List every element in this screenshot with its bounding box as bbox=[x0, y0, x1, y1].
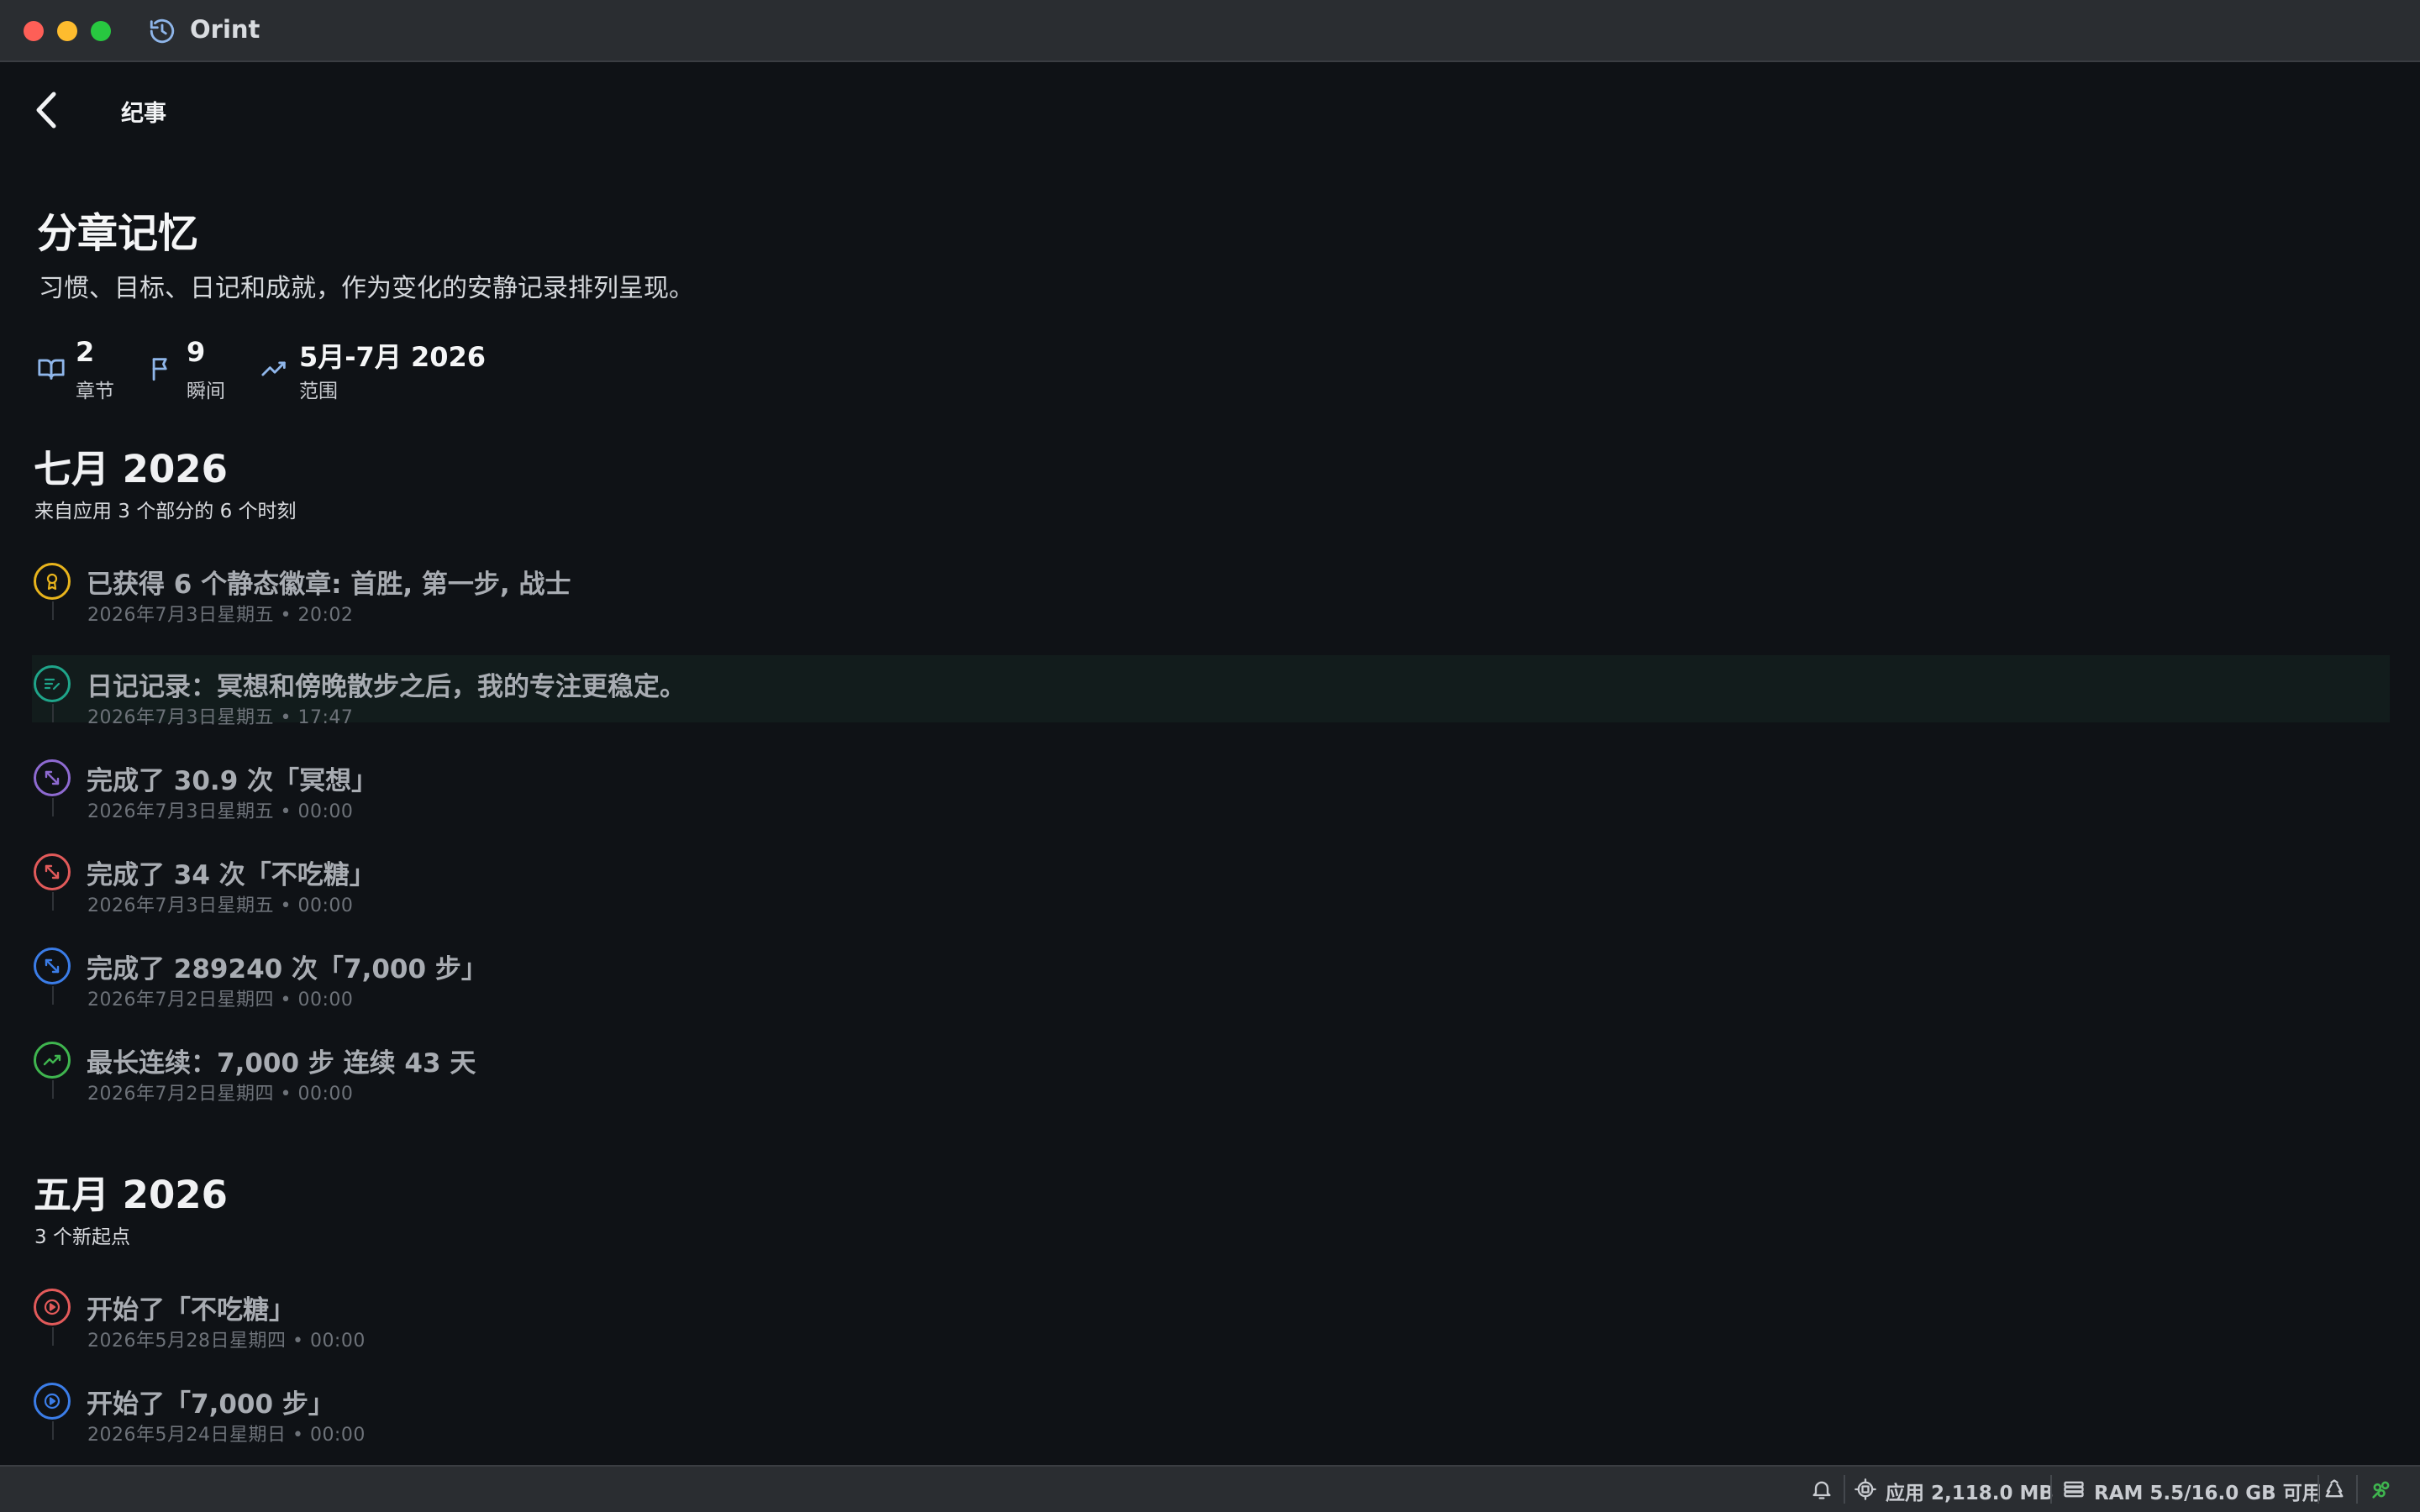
book-icon bbox=[38, 359, 65, 380]
expand-icon bbox=[34, 853, 71, 890]
timeline-item-streak[interactable]: 最长连续：7,000 步 连续 43 天 2026年7月2日星期四 • 00:0… bbox=[32, 1032, 2390, 1105]
status-bar: 应用 2,118.0 MB RAM 5.5/16.0 GB 可用 bbox=[0, 1465, 2420, 1512]
trend-icon bbox=[261, 361, 286, 376]
cloud-sync-icon[interactable] bbox=[2370, 1478, 2393, 1501]
timeline-connector bbox=[52, 1327, 54, 1346]
timeline-item-date: 2026年5月28日星期四 • 00:00 bbox=[87, 1331, 366, 1352]
timeline-item-title: 完成了 34 次「不吃糖」 bbox=[87, 860, 376, 890]
timeline-item-meditation[interactable]: 完成了 30.9 次「冥想」 2026年7月3日星期五 • 00:00 bbox=[32, 749, 2390, 822]
page-subtitle: 习惯、目标、日记和成就，作为变化的安静记录排列呈现。 bbox=[39, 274, 694, 303]
section-title: 七月 2026 bbox=[34, 447, 228, 491]
stat-label: 章节 bbox=[76, 381, 114, 402]
timeline-item-badges[interactable]: 已获得 6 个静态徽章: 首胜, 第一步, 战士 2026年7月3日星期五 • … bbox=[32, 553, 2390, 626]
timeline-item-title: 最长连续：7,000 步 连续 43 天 bbox=[87, 1048, 476, 1079]
timeline-connector bbox=[52, 986, 54, 1005]
timeline-connector bbox=[52, 1421, 54, 1440]
timeline-item-title: 完成了 289240 次「7,000 步」 bbox=[87, 954, 487, 984]
timeline-item-title: 已获得 6 个静态徽章: 首胜, 第一步, 战士 bbox=[87, 570, 571, 600]
title-bar: Orint bbox=[0, 0, 2420, 62]
trend-icon bbox=[34, 1042, 71, 1079]
timeline-item-title: 完成了 30.9 次「冥想」 bbox=[87, 766, 378, 796]
memory-icon bbox=[2064, 1481, 2084, 1498]
section-subtitle: 3 个新起点 bbox=[34, 1226, 130, 1248]
timeline-connector bbox=[52, 704, 54, 722]
page-title: 分章记忆 bbox=[37, 210, 199, 257]
timeline-item-date: 2026年5月24日星期日 • 00:00 bbox=[87, 1425, 366, 1446]
close-window-button[interactable] bbox=[24, 21, 44, 41]
timeline-connector bbox=[52, 1080, 54, 1099]
recycle-icon[interactable] bbox=[2323, 1478, 2346, 1501]
stat-value: 5月-7月 2026 bbox=[299, 341, 487, 373]
journal-icon bbox=[34, 665, 71, 702]
play-icon bbox=[34, 1289, 71, 1326]
minimize-window-button[interactable] bbox=[57, 21, 77, 41]
timeline-item-title: 日记记录：冥想和傍晚散步之后，我的专注更稳定。 bbox=[87, 672, 686, 702]
divider bbox=[2050, 1475, 2052, 1504]
timeline-item-title: 开始了「不吃糖」 bbox=[87, 1295, 295, 1326]
timeline-item-steps[interactable]: 完成了 289240 次「7,000 步」 2026年7月2日星期四 • 00:… bbox=[32, 937, 2390, 1011]
timeline-item-title: 开始了「7,000 步」 bbox=[87, 1389, 334, 1420]
timeline-item-start-no-sugar[interactable]: 开始了「不吃糖」 2026年5月28日星期四 • 00:00 bbox=[32, 1278, 2390, 1352]
timeline-item-date: 2026年7月3日星期五 • 00:00 bbox=[87, 895, 354, 916]
timeline-item-date: 2026年7月3日星期五 • 00:00 bbox=[87, 801, 354, 822]
section-subtitle: 来自应用 3 个部分的 6 个时刻 bbox=[34, 501, 297, 522]
timeline-item-date: 2026年7月3日星期五 • 17:47 bbox=[87, 707, 354, 728]
timeline-item-journal[interactable]: 日记记录：冥想和傍晚散步之后，我的专注更稳定。 2026年7月3日星期五 • 1… bbox=[32, 655, 2390, 728]
app-title: Orint bbox=[190, 15, 260, 44]
timeline-connector bbox=[52, 798, 54, 816]
timeline-item-date: 2026年7月3日星期五 • 20:02 bbox=[87, 605, 354, 626]
divider bbox=[2356, 1475, 2358, 1504]
cpu-icon bbox=[1854, 1478, 1876, 1500]
stat-value: 9 bbox=[187, 336, 206, 368]
timeline-item-date: 2026年7月2日星期四 • 00:00 bbox=[87, 990, 354, 1011]
section-title: 五月 2026 bbox=[34, 1173, 228, 1217]
expand-icon bbox=[34, 759, 71, 796]
history-icon bbox=[150, 18, 175, 44]
nav-title: 纪事 bbox=[121, 101, 166, 127]
zoom-window-button[interactable] bbox=[91, 21, 111, 41]
ram-usage: RAM 5.5/16.0 GB 可用 bbox=[2094, 1483, 2322, 1504]
timeline-item-start-steps[interactable]: 开始了「7,000 步」 2026年5月24日星期日 • 00:00 bbox=[32, 1373, 2390, 1446]
timeline-item-no-sugar[interactable]: 完成了 34 次「不吃糖」 2026年7月3日星期五 • 00:00 bbox=[32, 843, 2390, 916]
stat-label: 范围 bbox=[299, 381, 338, 402]
bell-icon[interactable] bbox=[1810, 1478, 1833, 1501]
stat-label: 瞬间 bbox=[187, 381, 225, 402]
badge-icon bbox=[34, 563, 71, 600]
divider bbox=[2317, 1475, 2319, 1504]
timeline-item-date: 2026年7月2日星期四 • 00:00 bbox=[87, 1084, 354, 1105]
flag-icon bbox=[152, 358, 167, 381]
timeline-connector bbox=[52, 892, 54, 911]
expand-icon bbox=[34, 948, 71, 984]
play-icon bbox=[34, 1383, 71, 1420]
timeline-connector bbox=[52, 601, 54, 620]
back-button[interactable] bbox=[30, 89, 64, 131]
app-memory: 应用 2,118.0 MB bbox=[1886, 1483, 2054, 1504]
divider bbox=[1844, 1475, 1845, 1504]
stat-value: 2 bbox=[76, 336, 95, 368]
